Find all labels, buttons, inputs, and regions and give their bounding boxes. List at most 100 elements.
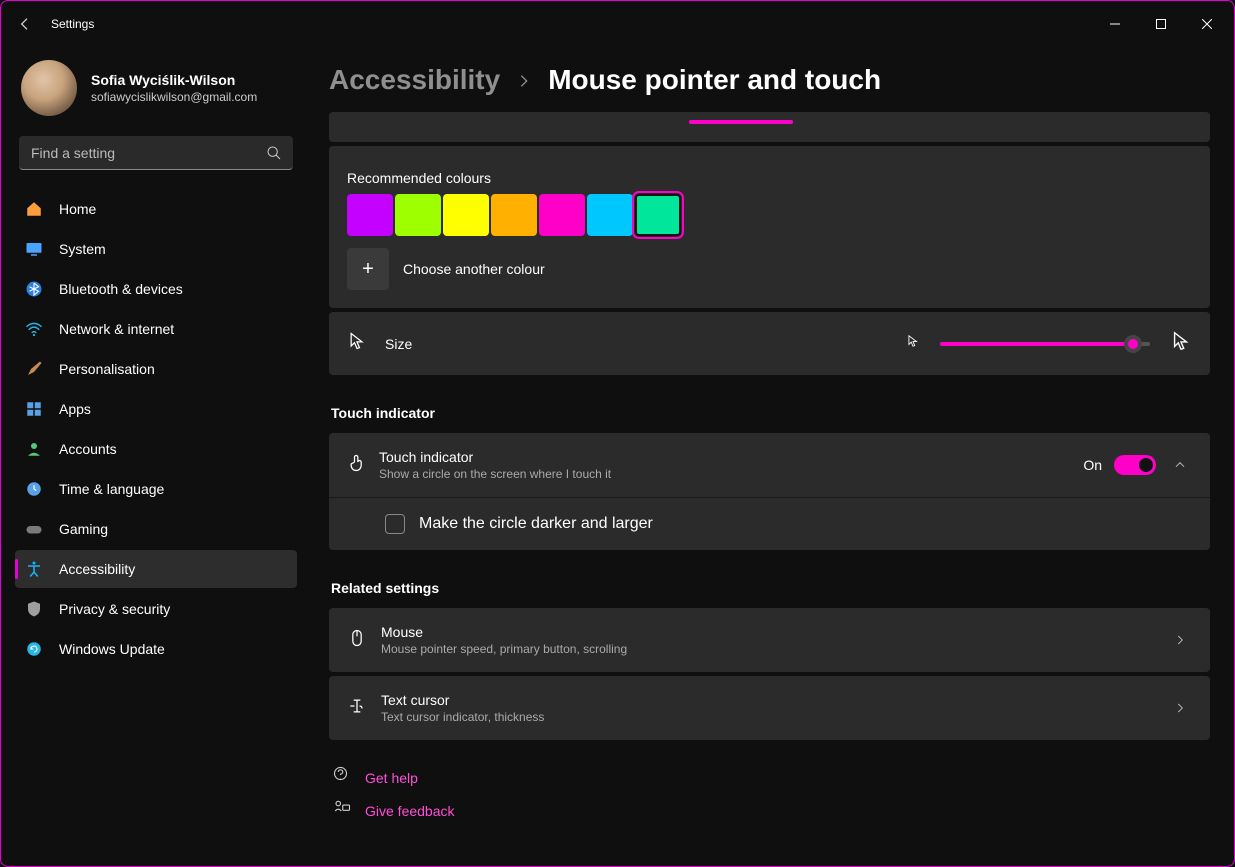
update-icon [25,640,43,658]
nav-label: Accessibility [59,561,135,577]
size-slider[interactable] [940,342,1150,346]
size-panel: Size [329,312,1210,375]
plus-icon: + [362,258,374,281]
choose-another-colour-label: Choose another colour [403,261,545,277]
nav-bluetooth[interactable]: Bluetooth & devices [15,270,297,308]
sidebar: Sofia Wyciślik-Wilson sofiawycislikwilso… [1,46,307,866]
arrow-left-icon [17,16,33,32]
give-feedback-link[interactable]: Give feedback [365,803,455,819]
nav-label: Privacy & security [59,601,170,617]
feedback-icon [333,799,351,822]
nav-label: Network & internet [59,321,174,337]
gamepad-icon [25,520,43,538]
touch-indicator-desc: Show a circle on the screen where I touc… [379,467,611,481]
nav-personalisation[interactable]: Personalisation [15,350,297,388]
nav-label: Apps [59,401,91,417]
darker-larger-checkbox[interactable] [385,514,405,534]
chevron-up-icon [1173,458,1187,472]
close-button[interactable] [1184,4,1230,44]
colour-swatch[interactable] [443,194,489,236]
nav-label: Home [59,201,96,217]
home-icon [25,200,43,218]
user-block[interactable]: Sofia Wyciślik-Wilson sofiawycislikwilso… [5,46,307,136]
back-button[interactable] [5,4,45,44]
window-controls [1092,4,1230,44]
bluetooth-icon [25,280,43,298]
recommended-colours-panel: Recommended colours + Choose another col… [329,146,1210,308]
touch-indicator-heading: Touch indicator [331,405,1210,421]
related-mouse[interactable]: Mouse Mouse pointer speed, primary butto… [329,608,1210,672]
related-cursor-desc: Text cursor indicator, thickness [381,710,544,724]
darker-larger-label: Make the circle darker and larger [419,515,653,533]
cursor-arrow-icon [347,331,367,356]
touch-indicator-row: Touch indicator Show a circle on the scr… [329,433,1210,498]
nav-label: Time & language [59,481,164,497]
nav-label: Bluetooth & devices [59,281,183,297]
maximize-button[interactable] [1138,4,1184,44]
shield-icon [25,600,43,618]
related-settings-heading: Related settings [331,580,1210,596]
app-title: Settings [51,17,94,31]
touch-icon [347,453,367,478]
toggle-label: On [1083,457,1102,473]
nav-time[interactable]: Time & language [15,470,297,508]
colour-swatch[interactable] [635,194,681,236]
nav-label: Personalisation [59,361,155,377]
related-text-cursor[interactable]: Text cursor Text cursor indicator, thick… [329,676,1210,740]
nav: Home System Bluetooth & devices Network … [5,186,307,670]
colour-swatch[interactable] [539,194,585,236]
cursor-small-icon [906,334,920,353]
person-icon [25,440,43,458]
search-button[interactable] [259,138,289,168]
paintbrush-icon [25,360,43,378]
nav-accounts[interactable]: Accounts [15,430,297,468]
get-help-link[interactable]: Get help [365,770,418,786]
collapse-button[interactable] [1168,453,1192,477]
breadcrumb-parent[interactable]: Accessibility [329,64,500,96]
main-content: Accessibility Mouse pointer and touch Re… [307,46,1234,866]
text-cursor-icon [347,696,367,721]
nav-home[interactable]: Home [15,190,297,228]
avatar [21,60,77,116]
mouse-icon [347,628,367,653]
colour-swatches [347,194,1192,236]
nav-accessibility[interactable]: Accessibility [15,550,297,588]
nav-label: Windows Update [59,641,165,657]
touch-indicator-toggle[interactable] [1114,455,1156,475]
scroll-area[interactable]: Accessibility Mouse pointer and touch Re… [307,46,1228,866]
related-cursor-title: Text cursor [381,692,544,708]
related-mouse-desc: Mouse pointer speed, primary button, scr… [381,642,627,656]
chevron-right-icon [516,64,532,96]
search-input[interactable] [19,136,293,170]
nav-privacy[interactable]: Privacy & security [15,590,297,628]
colour-swatch[interactable] [347,194,393,236]
size-label: Size [385,336,412,352]
slider-thumb[interactable] [1124,335,1142,353]
recommended-colours-heading: Recommended colours [347,170,1192,186]
minimize-button[interactable] [1092,4,1138,44]
colour-swatch[interactable] [491,194,537,236]
touch-indicator-options: Make the circle darker and larger [329,498,1210,550]
choose-another-colour-button[interactable]: + [347,248,389,290]
colour-swatch[interactable] [395,194,441,236]
wifi-icon [25,320,43,338]
nav-update[interactable]: Windows Update [15,630,297,668]
chevron-right-icon [1168,696,1192,720]
nav-label: Accounts [59,441,117,457]
system-icon [25,240,43,258]
nav-network[interactable]: Network & internet [15,310,297,348]
help-icon [333,766,351,789]
nav-gaming[interactable]: Gaming [15,510,297,548]
apps-icon [25,400,43,418]
give-feedback-row: Give feedback [329,799,1210,822]
user-email: sofiawycislikwilson@gmail.com [91,90,257,104]
nav-apps[interactable]: Apps [15,390,297,428]
get-help-row: Get help [329,766,1210,789]
colour-style-panel [329,112,1210,142]
related-mouse-title: Mouse [381,624,627,640]
nav-system[interactable]: System [15,230,297,268]
search-icon [266,145,282,161]
accessibility-icon [25,560,43,578]
selected-style-indicator [689,120,793,124]
colour-swatch[interactable] [587,194,633,236]
